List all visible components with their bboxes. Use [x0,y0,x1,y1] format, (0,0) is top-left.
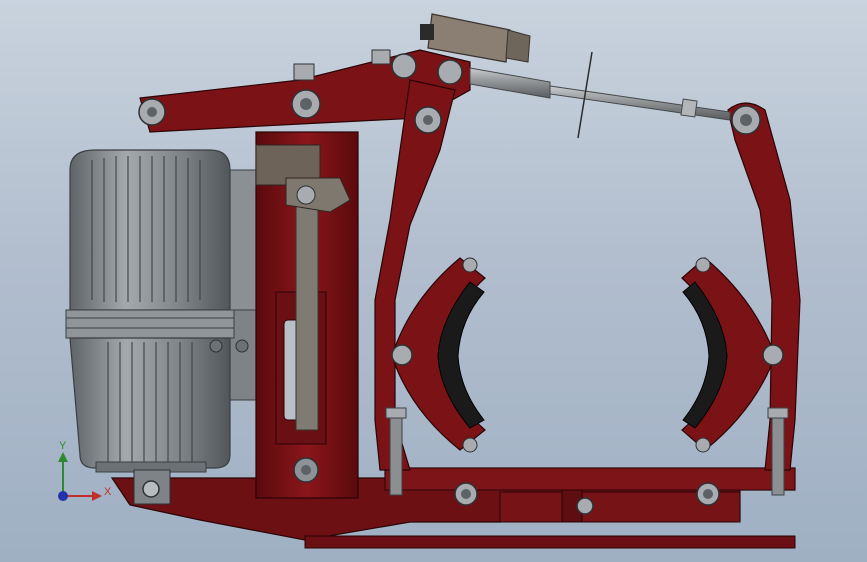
right-brake-shoe [681,257,784,453]
y-axis-label: Y [59,440,67,452]
x-axis-label: X [104,486,112,498]
base-plate [110,467,796,549]
coordinate-triad: Y X [50,440,112,510]
spring-column [255,131,359,499]
left-brake-shoe [391,257,486,453]
brake-assembly-model [65,13,801,549]
pull-rod [469,51,731,139]
thruster-motor [65,149,259,473]
cad-viewport[interactable]: Y X [0,0,867,562]
motor-bottom-clevis [133,469,171,505]
